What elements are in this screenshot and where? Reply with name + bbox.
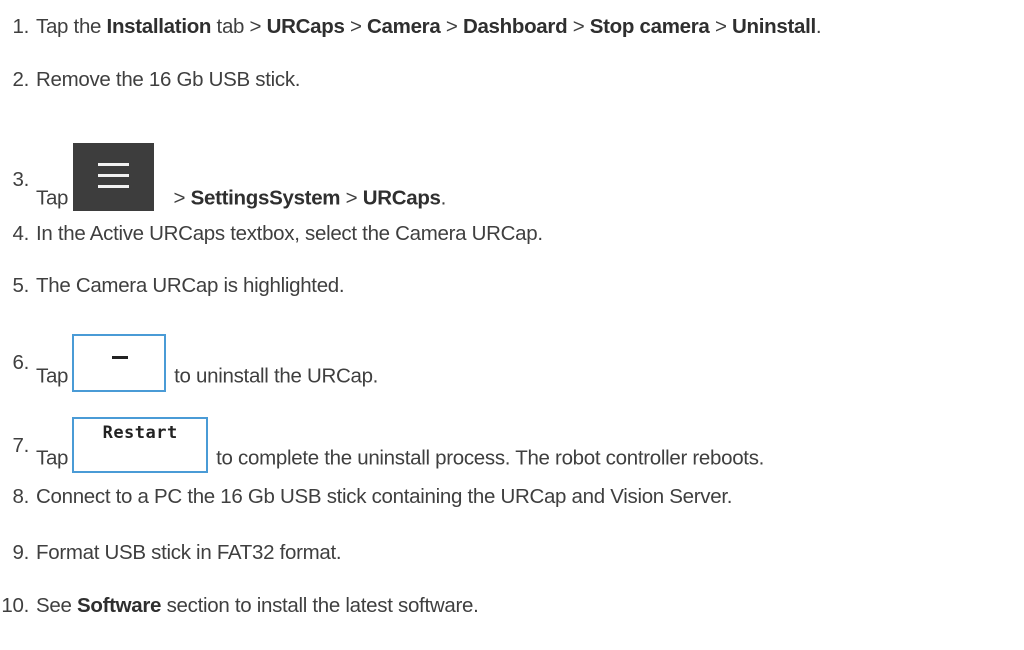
step-number: 9. [12, 541, 30, 564]
step-text: The Camera URCap is highlighted. [36, 274, 345, 297]
list-item: 10. See Software section to install the … [0, 591, 1024, 621]
step-number: 1. [12, 15, 30, 38]
step-text: Tap to uninstall the URCap. [36, 334, 378, 406]
step-text: In the Active URCaps textbox, select the… [36, 222, 543, 245]
list-item: 9. Format USB stick in FAT32 format. [0, 538, 1024, 568]
list-item: 3. Tap > SettingsSystem > URCaps. [0, 143, 1024, 211]
step-text: Format USB stick in FAT32 format. [36, 541, 342, 564]
step-text: See Software section to install the late… [36, 594, 479, 617]
step-text: Tap Restart to complete the uninstall proc… [36, 417, 764, 487]
step-number: 7. [12, 434, 30, 457]
step-text: Connect to a PC the 16 Gb USB stick cont… [36, 485, 733, 508]
step-text: Tap the Installation tab > URCaps > Came… [36, 15, 822, 38]
step-number: 8. [12, 485, 30, 508]
restart-button: Restart [72, 417, 209, 473]
step-number: 5. [12, 274, 30, 297]
step-number: 4. [12, 222, 30, 245]
step-number: 3. [12, 168, 30, 191]
list-item: 1. Tap the Installation tab > URCaps > C… [0, 12, 1024, 42]
instruction-list: 1. Tap the Installation tab > URCaps > C… [0, 0, 1024, 650]
list-item: 2. Remove the 16 Gb USB stick. [0, 65, 1024, 95]
list-item: 6. Tap to uninstall the URCap. [0, 334, 1024, 392]
minus-icon [72, 334, 167, 392]
list-item: 8. Connect to a PC the 16 Gb USB stick c… [0, 482, 1024, 512]
list-item: 4. In the Active URCaps textbox, select … [0, 219, 1024, 249]
step-number: 2. [12, 68, 30, 91]
step-text: Remove the 16 Gb USB stick. [36, 68, 301, 91]
list-item: 5. The Camera URCap is highlighted. [0, 271, 1024, 301]
hamburger-menu-icon [73, 143, 155, 211]
step-number: 10. [1, 594, 29, 617]
step-number: 6. [12, 351, 30, 374]
list-item: 7. Tap Restart to complete the uninstall p… [0, 417, 1024, 473]
